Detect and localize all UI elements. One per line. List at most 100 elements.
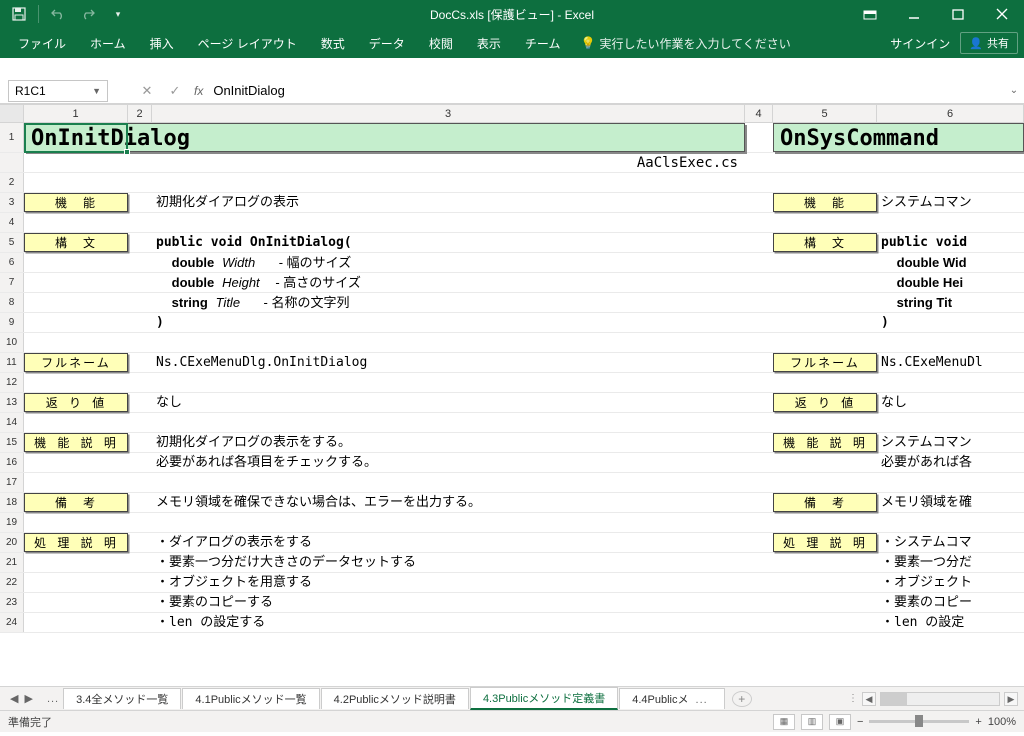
cell[interactable]: ・要素のコピー (877, 593, 1024, 612)
zoom-level[interactable]: 100% (988, 716, 1016, 728)
cell[interactable]: ・len の設定 (877, 613, 1024, 632)
minimize-button[interactable] (892, 0, 936, 28)
ribbon-options-button[interactable] (848, 0, 892, 28)
cell[interactable]: public void (877, 233, 1024, 252)
cell[interactable]: Ns.CExeMenuDlg.OnInitDialog (152, 353, 745, 372)
cell[interactable]: ) (877, 313, 1024, 332)
cell-title-left[interactable]: OnInitDialog (24, 123, 745, 152)
row-header[interactable]: 19 (0, 513, 24, 532)
cell[interactable]: double Wid (877, 253, 1024, 272)
enter-formula-button[interactable]: ✓ (166, 83, 184, 99)
tab-overflow-left[interactable]: ... (43, 693, 63, 705)
col-header[interactable]: 2 (128, 105, 152, 122)
sheet-tab[interactable]: 3.4全メソッド一覧 (63, 688, 181, 709)
tab-insert[interactable]: 挿入 (138, 28, 186, 58)
row-header[interactable]: 18 (0, 493, 24, 512)
cell[interactable]: なし (152, 393, 745, 412)
tab-review[interactable]: 校閲 (417, 28, 465, 58)
maximize-button[interactable] (936, 0, 980, 28)
cell[interactable]: string Tit (877, 293, 1024, 312)
row-header[interactable]: 9 (0, 313, 24, 332)
cell[interactable]: double Height - 高さのサイズ (152, 273, 745, 292)
row-header[interactable]: 10 (0, 333, 24, 352)
cell[interactable]: 初期化ダイアログの表示 (152, 193, 745, 212)
cell[interactable]: ・システムコマ (877, 533, 1024, 552)
cell-filename[interactable]: AaClsExec.cs (152, 153, 745, 172)
zoom-thumb[interactable] (915, 715, 923, 727)
view-normal-button[interactable]: ▦ (773, 714, 795, 730)
save-button[interactable] (6, 2, 32, 26)
scroll-left-button[interactable]: ◀ (862, 692, 876, 706)
cell[interactable]: string Title - 名称の文字列 (152, 293, 745, 312)
qat-customize-button[interactable]: ▾ (105, 2, 131, 26)
undo-button[interactable] (45, 2, 71, 26)
col-header[interactable]: 3 (152, 105, 745, 122)
row-header[interactable]: 23 (0, 593, 24, 612)
cell[interactable]: double Width - 幅のサイズ (152, 253, 745, 272)
cell[interactable]: Ns.CExeMenuDl (877, 353, 1024, 372)
row-header[interactable] (0, 153, 24, 172)
row-header[interactable]: 17 (0, 473, 24, 492)
cell[interactable]: システムコマン (877, 433, 1024, 452)
tab-divider-icon[interactable]: ⋮ (848, 693, 858, 704)
tab-team[interactable]: チーム (513, 28, 573, 58)
label-function[interactable]: 機 能 (24, 193, 128, 212)
sheet-tab[interactable]: 4.4Publicメ ... (619, 688, 725, 709)
label-desc[interactable]: 機 能 説 明 (24, 433, 128, 452)
scroll-track[interactable] (880, 692, 1000, 706)
file-tab[interactable]: ファイル (6, 28, 78, 58)
row-header[interactable]: 16 (0, 453, 24, 472)
col-header[interactable]: 1 (24, 105, 128, 122)
row-header[interactable]: 2 (0, 173, 24, 192)
fx-icon[interactable]: fx (194, 84, 203, 98)
label-process[interactable]: 処 理 説 明 (773, 533, 877, 552)
label-desc[interactable]: 機 能 説 明 (773, 433, 877, 452)
row-header[interactable]: 5 (0, 233, 24, 252)
row-header[interactable]: 4 (0, 213, 24, 232)
cell[interactable]: 必要があれば各項目をチェックする。 (152, 453, 745, 472)
cell[interactable]: ・オブジェクトを用意する (152, 573, 745, 592)
expand-formula-button[interactable]: ⌄ (1004, 85, 1024, 96)
scroll-thumb[interactable] (881, 693, 907, 705)
zoom-in-button[interactable]: + (975, 716, 981, 728)
tell-me[interactable]: 💡 実行したい作業を入力してください (580, 35, 790, 52)
label-syntax[interactable]: 構 文 (24, 233, 128, 252)
row-header[interactable]: 12 (0, 373, 24, 392)
formula-input[interactable]: OnInitDialog (203, 83, 1004, 98)
redo-button[interactable] (75, 2, 101, 26)
tab-nav-next[interactable]: ▶ (22, 692, 34, 705)
cell[interactable]: ・len の設定する (152, 613, 745, 632)
tab-nav-first[interactable]: ◀ (8, 692, 20, 705)
label-fullname[interactable]: フルネーム (24, 353, 128, 372)
sheet-tab-active[interactable]: 4.3Publicメソッド定義書 (470, 687, 618, 710)
col-header[interactable]: 5 (773, 105, 877, 122)
label-fullname[interactable]: フルネーム (773, 353, 877, 372)
cell-title-right[interactable]: OnSysCommand (773, 123, 1024, 152)
row-header[interactable]: 13 (0, 393, 24, 412)
tab-home[interactable]: ホーム (78, 28, 138, 58)
row-header[interactable]: 11 (0, 353, 24, 372)
view-page-break-button[interactable]: ▣ (829, 714, 851, 730)
cell[interactable]: メモリ領域を確保できない場合は、エラーを出力する。 (152, 493, 745, 512)
share-button[interactable]: 👤 共有 (960, 32, 1018, 54)
label-return[interactable]: 返 り 値 (24, 393, 128, 412)
cell[interactable]: public void OnInitDialog( (152, 233, 745, 252)
label-syntax[interactable]: 構 文 (773, 233, 877, 252)
view-page-layout-button[interactable]: ▥ (801, 714, 823, 730)
label-function[interactable]: 機 能 (773, 193, 877, 212)
label-remarks[interactable]: 備 考 (24, 493, 128, 512)
row-header[interactable]: 21 (0, 553, 24, 572)
row-header[interactable]: 6 (0, 253, 24, 272)
cell[interactable]: ) (152, 313, 745, 332)
tab-page-layout[interactable]: ページ レイアウト (186, 28, 309, 58)
row-header[interactable]: 7 (0, 273, 24, 292)
cell[interactable]: double Hei (877, 273, 1024, 292)
cell[interactable]: 初期化ダイアログの表示をする。 (152, 433, 745, 452)
signin-link[interactable]: サインイン (890, 35, 950, 52)
add-sheet-button[interactable]: + (732, 691, 752, 707)
sheet-tab[interactable]: 4.1Publicメソッド一覧 (182, 688, 319, 709)
tab-data[interactable]: データ (357, 28, 417, 58)
row-header[interactable]: 14 (0, 413, 24, 432)
sheet-tab[interactable]: 4.2Publicメソッド説明書 (321, 688, 469, 709)
row-header[interactable]: 1 (0, 123, 24, 152)
